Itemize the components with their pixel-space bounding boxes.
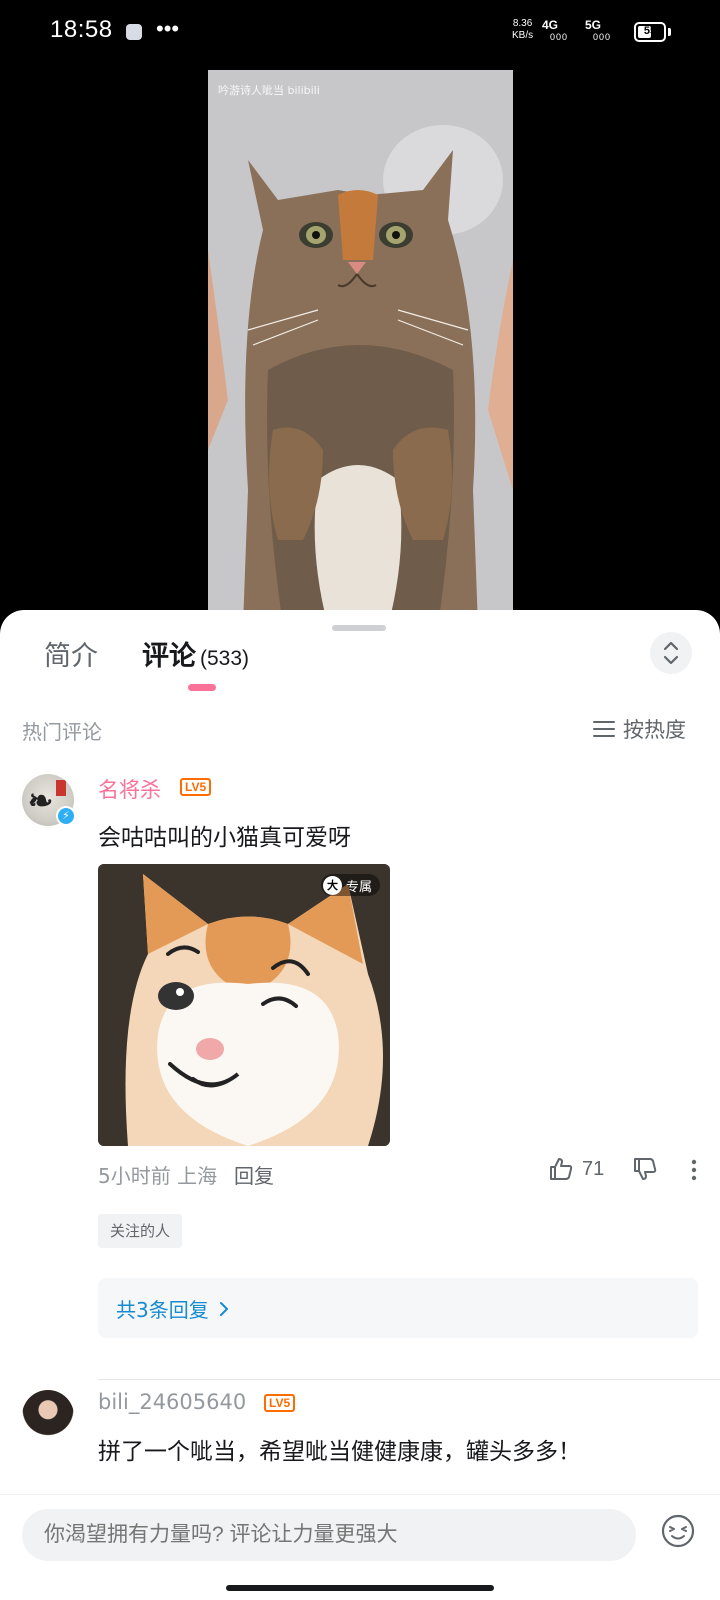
emoji-icon	[661, 1514, 695, 1548]
network-speed-unit: KB/s	[512, 30, 534, 41]
tab-comments[interactable]: 评论 (533)	[142, 634, 249, 673]
signal-5g: 5G 000	[585, 18, 611, 42]
reply-button[interactable]: 回复	[234, 1160, 274, 1189]
sort-label: 按热度	[623, 718, 686, 742]
signal-4g-label: 4G	[542, 18, 559, 32]
battery-cap	[668, 28, 671, 36]
emoji-button[interactable]	[660, 1513, 696, 1549]
sort-button[interactable]: 按热度	[593, 714, 686, 744]
battery-level: 55	[643, 25, 657, 37]
avatar[interactable]	[22, 1390, 74, 1442]
tab-intro[interactable]: 简介	[44, 634, 98, 673]
avatar-brush-mark: ❧	[28, 784, 54, 819]
sort-lines-icon	[593, 721, 615, 737]
section-title: 热门评论	[22, 720, 102, 744]
network-speed: 8.36 KB/s	[512, 18, 533, 42]
like-count: 71	[582, 1157, 605, 1180]
comment-sticker-image[interactable]: 大 专属	[98, 864, 390, 1146]
sheet-drag-handle[interactable]	[332, 625, 386, 631]
comment-sheet: 简介 评论 (533) 热门评论 按热度 ❧ ⚡ 名将杀 LV5 会咕咕叫的小猫真…	[0, 610, 720, 1600]
kitten-sticker	[98, 864, 390, 1146]
verified-icon: ⚡	[56, 806, 76, 826]
replies-box[interactable]: 共3条回复	[98, 1278, 698, 1338]
video-frame[interactable]: 吟游诗人呲当 bilibili	[208, 70, 513, 626]
exclusive-badge-icon: 大	[322, 875, 342, 895]
view-replies-label: 共3条回复	[116, 1298, 209, 1322]
tab-indicator	[188, 684, 216, 691]
cat-video-image	[208, 70, 513, 626]
comment-meta: 5小时前 上海	[98, 1164, 218, 1188]
status-time: 18:58	[50, 16, 113, 43]
view-replies-link[interactable]: 共3条回复	[116, 1294, 229, 1323]
signal-5g-bars: 000	[593, 32, 612, 42]
exclusive-badge: 大 专属	[320, 874, 380, 896]
battery-icon: 55	[634, 22, 666, 42]
comment-input[interactable]	[22, 1509, 636, 1561]
more-options-button[interactable]	[684, 1156, 704, 1186]
level-badge: LV5	[264, 1394, 296, 1412]
expand-collapse-button[interactable]	[650, 632, 692, 674]
thumbs-down-icon	[634, 1158, 657, 1180]
network-speed-value: 8.36	[512, 18, 533, 29]
comment-username[interactable]: bili_24605640	[98, 1390, 246, 1414]
video-player[interactable]: 吟游诗人呲当 bilibili	[0, 66, 720, 626]
more-vertical-icon	[691, 1159, 697, 1181]
expand-collapse-icon	[663, 641, 679, 665]
dislike-button[interactable]	[632, 1156, 658, 1186]
followed-tag: 关注的人	[98, 1214, 183, 1248]
comment-username[interactable]: 名将杀	[98, 774, 161, 804]
signal-5g-label: 5G	[585, 18, 602, 32]
like-button[interactable]: 71	[548, 1156, 604, 1182]
thumbs-up-icon	[550, 1158, 573, 1180]
comment-count: (533)	[200, 647, 250, 670]
tab-comments-label: 评论	[142, 641, 196, 672]
level-badge: LV5	[180, 778, 212, 796]
comment-text: 会咕咕叫的小猫真可爱呀	[98, 825, 351, 851]
comment-divider	[98, 1379, 720, 1380]
comment-text: 拼了一个呲当，希望呲当健健康康，罐头多多！	[98, 1439, 581, 1465]
comment-input-bar	[0, 1494, 720, 1600]
signal-4g: 4G 000	[542, 18, 568, 42]
status-bar: 18:58 ••• 8.36 KB/s 4G 000 5G 000 55	[0, 0, 720, 66]
app-notification-icon	[126, 24, 142, 40]
signal-4g-bars: 000	[550, 32, 569, 42]
avatar-seal	[56, 780, 66, 796]
home-indicator[interactable]	[226, 1585, 494, 1591]
video-watermark: 吟游诗人呲当 bilibili	[218, 84, 320, 97]
exclusive-badge-label: 专属	[345, 879, 372, 895]
more-dots-icon: •••	[156, 16, 180, 41]
chevron-right-icon	[219, 1301, 228, 1316]
